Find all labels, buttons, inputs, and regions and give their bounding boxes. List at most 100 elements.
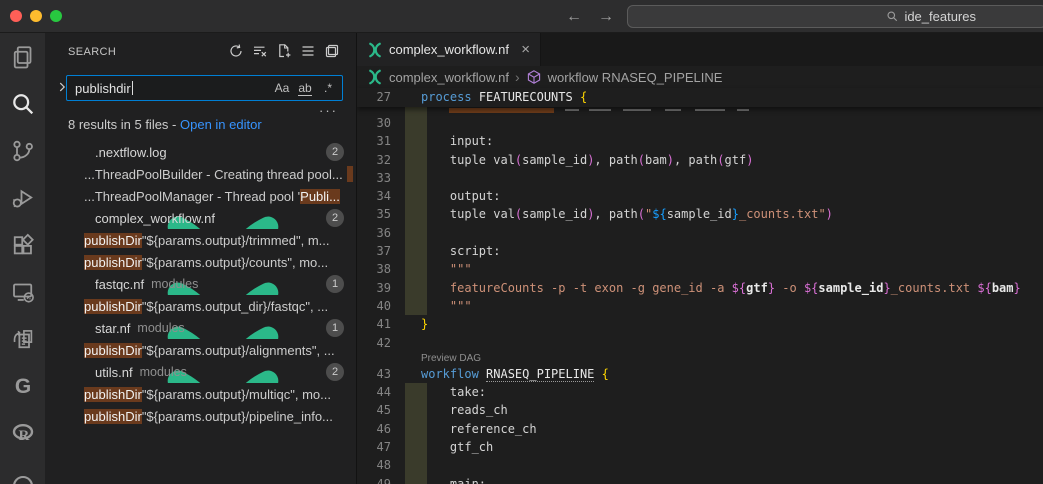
explorer-icon[interactable]	[0, 33, 45, 80]
code-line[interactable]: 35 tuple val(sample_id), path("${sample_…	[357, 205, 1043, 223]
results-summary-text: 8 results in 5 files -	[68, 117, 180, 132]
chevron-down-icon[interactable]	[55, 145, 69, 159]
close-window-button[interactable]	[10, 10, 22, 22]
line-number: 34	[357, 187, 391, 205]
file-name: fastqc.nf	[95, 277, 144, 292]
minimize-window-button[interactable]	[30, 10, 42, 22]
search-result-row[interactable]: ...ThreadPoolManager - Thread pool 'Publ…	[45, 185, 356, 207]
code-text: reads_ch	[421, 401, 508, 419]
refresh-icon[interactable]	[228, 43, 244, 59]
search-icon[interactable]	[0, 80, 45, 127]
code-line[interactable]: 46 reference_ch	[357, 420, 1043, 438]
code-line[interactable]: 37 script:	[357, 242, 1043, 260]
titlebar: ← → ide_features	[0, 0, 1043, 33]
line-number: 45	[357, 401, 391, 419]
search-result-row[interactable]: publishDir "${params.output}/alignments"…	[45, 339, 356, 361]
gitlens-icon[interactable]	[0, 362, 45, 409]
report-icon[interactable]	[0, 315, 45, 362]
match-count-badge: 2	[326, 363, 344, 381]
search-result-row[interactable]: publishDir "${params.output}/multiqc", m…	[45, 383, 356, 405]
line-number: 35	[357, 205, 391, 223]
extensions-icon[interactable]	[0, 221, 45, 268]
match-count-badge: 1	[326, 319, 344, 337]
whole-word-toggle[interactable]: ab	[295, 78, 315, 98]
window-controls	[10, 10, 62, 22]
code-line[interactable]: 45 reads_ch	[357, 401, 1043, 419]
command-center-text: ide_features	[904, 9, 976, 24]
r-language-icon[interactable]	[0, 409, 45, 456]
remote-explorer-icon[interactable]	[0, 268, 45, 315]
search-result-row[interactable]: publishDir "${params.output}/trimmed", m…	[45, 229, 356, 251]
code-line[interactable]: 47 gtf_ch	[357, 438, 1043, 456]
search-result-row[interactable]: publishDir "${params.output_dir}/fastqc"…	[45, 295, 356, 317]
code-line[interactable]: 33	[357, 169, 1043, 187]
line-number: 48	[357, 456, 391, 474]
zoom-window-button[interactable]	[50, 10, 62, 22]
result-text: ...ThreadPoolManager - Thread pool '	[84, 189, 300, 204]
code-line[interactable]: 38 """	[357, 260, 1043, 278]
sticky-scroll-line[interactable]: 27process FEATURECOUNTS {	[357, 88, 1043, 107]
chevron-down-icon[interactable]	[55, 277, 69, 291]
search-result-row[interactable]: publishDir "${params.output}/counts", mo…	[45, 251, 356, 273]
chevron-down-icon[interactable]	[55, 321, 69, 335]
search-input[interactable]: publishdir Aaab.*	[66, 75, 343, 101]
command-center-searchbox[interactable]: ide_features	[627, 5, 1043, 28]
breadcrumb-file[interactable]: complex_workflow.nf	[389, 70, 509, 85]
code-line[interactable]: 48	[357, 456, 1043, 474]
tab-label: complex_workflow.nf	[389, 42, 509, 57]
codelens-preview-dag[interactable]: Preview DAG	[421, 352, 481, 365]
match-case-toggle[interactable]: Aa	[272, 78, 292, 98]
close-tab-icon[interactable]: ×	[521, 42, 530, 57]
search-file-row[interactable]: utils.nfmodules2	[45, 361, 356, 383]
match-highlight: publishDir	[84, 255, 142, 270]
line-number: 32	[357, 151, 391, 169]
text-caret	[132, 81, 133, 95]
history-forward-icon[interactable]: →	[598, 8, 614, 26]
tab-complex-workflow[interactable]: complex_workflow.nf ×	[357, 33, 541, 66]
code-line[interactable]: 41}	[357, 315, 1043, 333]
code-text: script:	[421, 242, 500, 260]
code-text: input:	[421, 132, 493, 150]
match-highlight-clipped	[347, 166, 353, 182]
line-number: 31	[357, 132, 391, 150]
code-line[interactable]: 39 featureCounts -p -t exon -g gene_id -…	[357, 279, 1043, 297]
breadcrumb-symbol[interactable]: workflow RNASEQ_PIPELINE	[548, 70, 723, 85]
code-line[interactable]: 30	[357, 114, 1043, 132]
open-in-editor-link[interactable]: Open in editor	[180, 117, 262, 132]
account-icon[interactable]	[0, 456, 45, 484]
code-line[interactable]: 31 input:	[357, 132, 1043, 150]
run-debug-icon[interactable]	[0, 174, 45, 221]
code-line[interactable]: 49 main:	[357, 475, 1043, 484]
search-result-row[interactable]: ...ThreadPoolBuilder - Creating thread p…	[45, 163, 356, 185]
view-as-list-icon[interactable]	[300, 43, 316, 59]
history-back-icon[interactable]: ←	[566, 8, 582, 26]
use-regex-toggle[interactable]: .*	[318, 78, 338, 98]
code-line[interactable]: 34 output:	[357, 187, 1043, 205]
search-file-row[interactable]: .nextflow.log2	[45, 141, 356, 163]
scope-highlight-band	[405, 224, 427, 242]
code-area[interactable]: 27process FEATURECOUNTS {3031 input:32 t…	[357, 88, 1043, 484]
code-line[interactable]: 44 take:	[357, 383, 1043, 401]
code-line[interactable]: 40 """	[357, 297, 1043, 315]
match-highlight: publishDir	[84, 387, 142, 402]
search-file-row[interactable]: star.nfmodules1	[45, 317, 356, 339]
collapse-all-icon[interactable]	[324, 43, 340, 59]
clear-search-results-icon[interactable]	[252, 43, 268, 59]
chevron-down-icon[interactable]	[55, 211, 69, 225]
open-new-search-editor-icon[interactable]	[276, 43, 292, 59]
code-text: """	[421, 297, 472, 315]
search-file-row[interactable]: complex_workflow.nf2	[45, 207, 356, 229]
search-input-value: publishdir	[75, 81, 131, 96]
search-result-row[interactable]: publishDir "${params.output}/pipeline_in…	[45, 405, 356, 427]
code-line[interactable]: 43workflow RNASEQ_PIPELINE {	[357, 365, 1043, 383]
code-line[interactable]: 42	[357, 334, 1043, 352]
toggle-search-details-icon[interactable]: ···	[319, 103, 338, 118]
code-text: take:	[421, 383, 486, 401]
code-line[interactable]: 32 tuple val(sample_id), path(bam), path…	[357, 151, 1043, 169]
line-number: 27	[357, 88, 391, 107]
search-file-row[interactable]: fastqc.nfmodules1	[45, 273, 356, 295]
chevron-down-icon[interactable]	[55, 365, 69, 379]
nextflow-file-icon	[73, 320, 89, 336]
source-control-icon[interactable]	[0, 127, 45, 174]
code-line[interactable]: 36	[357, 224, 1043, 242]
